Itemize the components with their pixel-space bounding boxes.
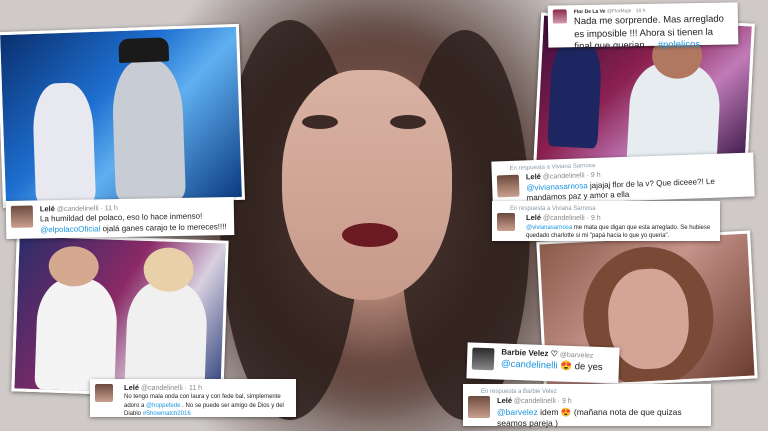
- tweet-handle: @candelinelli: [140, 385, 183, 392]
- avatar: [468, 396, 490, 418]
- tweet-handle: @candelinelli: [56, 205, 99, 214]
- tweet-card-flor: Flor De La Ve @FlorMaje · 10 h Nada me s…: [547, 2, 739, 53]
- hashtag-link[interactable]: #polelicos: [658, 39, 700, 51]
- tweet-meta: Lelé @candelinelli · 11 h: [124, 383, 290, 393]
- mention-link[interactable]: @hoppefede: [146, 403, 180, 409]
- tweet-card-reply-viviana-1: En respuesta a Viviana Sarnosa Lelé @can…: [491, 152, 755, 206]
- tweet-card-fede: Lelé @candelinelli · 11 h No tengo mala …: [90, 379, 296, 417]
- hashtag-link[interactable]: #Showmatch2016: [143, 411, 191, 417]
- tweet-author: Flor De La Ve: [573, 8, 606, 16]
- tweet-author: Lelé: [525, 171, 542, 182]
- tweet-meta: Lelé @candelinelli · 9 h: [526, 213, 714, 223]
- tweet-time: · 9 h: [586, 215, 601, 223]
- dance-photo-top-left: [0, 23, 245, 209]
- portrait-lips: [342, 223, 398, 247]
- tweet-time: · 11 h: [184, 385, 203, 392]
- tweet-text: No tengo mala onda con laura y con fede …: [124, 393, 290, 417]
- tweet-author: Lelé: [497, 396, 513, 406]
- tweet-card-barbie: Barbie Velez ♡ @barvelez @candelinelli 😍…: [466, 342, 620, 384]
- avatar: [95, 384, 113, 402]
- mention-link[interactable]: @candelinelli: [501, 358, 558, 371]
- couple-photo-bottom-left: [11, 233, 229, 399]
- portrait-face: [282, 70, 452, 300]
- avatar: [471, 347, 495, 371]
- tweet-meta: Lelé @candelinelli · 9 h: [497, 396, 705, 406]
- reply-context: En respuesta a Viviana Sarnosa: [510, 206, 596, 212]
- mention-link[interactable]: @barvelez: [497, 407, 538, 417]
- tweet-time: · 10 h: [632, 7, 646, 15]
- tweet-text-part: La humildad del polaco, eso lo hace inme…: [39, 212, 203, 224]
- tweet-card-reply-viviana-2: En respuesta a Viviana Sarnosa Lelé @can…: [492, 201, 720, 241]
- tweet-text: @vivianasarnosa me mata que digan que es…: [526, 224, 714, 240]
- avatar: [10, 205, 34, 228]
- tweet-card-reply-barbie: En respuesta a Barbie Velez Lelé @candel…: [463, 384, 711, 428]
- tweet-text: La humildad del polaco, eso lo hace inme…: [40, 212, 228, 237]
- tweet-card-polaco: Lelé @candelinelli · 11 h La humildad de…: [5, 197, 235, 239]
- mention-link[interactable]: @vivianasarnosa: [526, 225, 572, 231]
- tweet-text: @barvelez idem 😍 (mañana nota de que qui…: [497, 407, 705, 430]
- tweet-handle: @FlorMaje: [606, 8, 632, 15]
- tweet-handle: @candelinelli: [513, 398, 556, 406]
- tweet-author: Barbie Velez ♡: [501, 347, 559, 359]
- tweet-handle: @barvelez: [559, 351, 594, 360]
- mention-link[interactable]: @vivianasarnosa: [526, 181, 588, 192]
- tweet-text: Nada me sorprende. Mas arreglado es impo…: [574, 13, 733, 54]
- avatar: [552, 9, 567, 24]
- tweet-text-part: Nada me sorprende. Mas arreglado es impo…: [573, 13, 724, 53]
- tweet-author: Lelé: [526, 213, 542, 223]
- tweet-time: · 11 h: [100, 205, 118, 213]
- avatar: [496, 174, 520, 198]
- tweet-time: · 9 h: [586, 171, 601, 180]
- avatar: [497, 213, 515, 231]
- tweet-text-part: 😍 de yes: [557, 360, 603, 373]
- tweet-author: Lelé: [124, 383, 140, 392]
- tweet-handle: @candelinelli: [542, 215, 585, 223]
- mention-link[interactable]: @elpolacoOficial: [40, 225, 100, 235]
- tweet-text-part: ojalá ganes carajo te lo mereces!!!!: [100, 222, 227, 234]
- tweet-time: · 9 h: [557, 398, 572, 406]
- reply-context: En respuesta a Barbie Velez: [481, 389, 557, 395]
- tweet-author: Lelé: [39, 204, 55, 214]
- tweet-text: @candelinelli 😍 de yes: [501, 358, 613, 375]
- portrait-left-eye: [302, 115, 338, 129]
- portrait-right-eye: [390, 115, 426, 129]
- tweet-handle: @candelinelli: [542, 172, 585, 181]
